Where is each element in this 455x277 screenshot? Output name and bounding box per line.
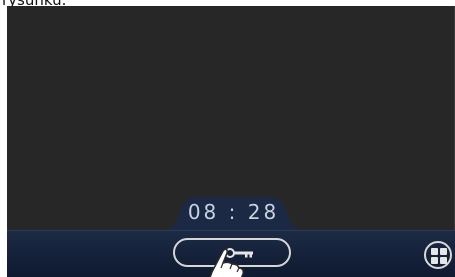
apps-grid-button[interactable] bbox=[424, 241, 452, 269]
device-screen: 08 : 28 bbox=[7, 6, 455, 277]
hand-pointer-icon bbox=[209, 248, 244, 277]
clock-time: 08 : 28 bbox=[187, 200, 280, 224]
